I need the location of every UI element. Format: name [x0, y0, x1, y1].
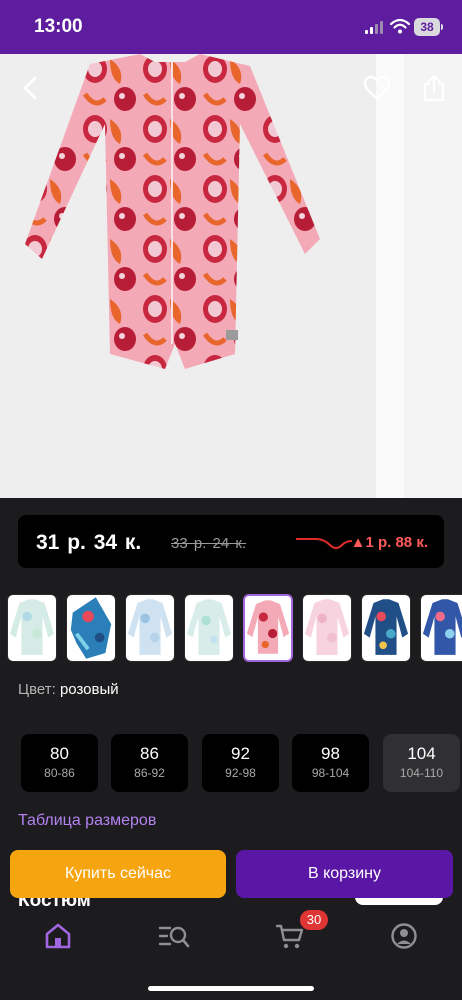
variant-thumb[interactable] [66, 594, 116, 662]
variant-thumb[interactable] [361, 594, 411, 662]
bottom-tab-bar: 30 [0, 906, 462, 1000]
home-icon [45, 923, 71, 949]
tab-profile[interactable] [386, 920, 422, 952]
cart-count-badge: 30 [300, 910, 328, 930]
variant-thumb-selected[interactable] [243, 594, 293, 662]
favorite-button[interactable] [357, 68, 397, 108]
variant-thumb[interactable] [420, 594, 462, 662]
heart-icon [363, 75, 391, 100]
price-card[interactable]: 31 р. 34 к. 33 р. 24 к. ▲1 р. 88 к. [18, 515, 444, 568]
color-label: Цвет: [18, 681, 60, 698]
size-option-86[interactable]: 86 86-92 [111, 734, 188, 792]
cart-icon [275, 924, 304, 949]
color-variants [0, 594, 462, 664]
variant-thumb[interactable] [7, 594, 57, 662]
color-value: розовый [59, 681, 119, 698]
variant-thumb[interactable] [302, 594, 352, 662]
status-bar: 13:00 38 [0, 0, 462, 54]
home-indicator [148, 986, 314, 991]
size-option-98[interactable]: 98 98-104 [292, 734, 369, 792]
product-photo [25, 54, 320, 369]
size-table-link[interactable]: Таблица размеров [18, 812, 156, 830]
battery-icon: 38 [414, 18, 443, 36]
size-option-92[interactable]: 92 92-98 [202, 734, 279, 792]
color-info: Цвет: розовый [18, 681, 119, 698]
old-price: 33 р. 24 к. [171, 535, 247, 552]
size-option-104[interactable]: 104 104-110 [383, 734, 460, 792]
catalog-search-icon [158, 926, 190, 948]
variant-thumb[interactable] [125, 594, 175, 662]
chevron-left-icon [23, 76, 37, 100]
size-option-80[interactable]: 80 80-86 [21, 734, 98, 792]
signal-icon [365, 21, 383, 34]
tab-catalog-search[interactable] [156, 920, 192, 952]
buy-now-button[interactable]: Купить сейчас [10, 850, 226, 898]
tab-home[interactable] [40, 920, 76, 952]
status-time: 13:00 [34, 16, 83, 37]
back-button[interactable] [10, 68, 50, 108]
product-image-gallery[interactable] [0, 54, 462, 498]
wifi-icon [390, 18, 410, 34]
add-to-cart-button[interactable]: В корзину [236, 850, 453, 898]
current-price: 31 р. 34 к. [36, 531, 142, 554]
price-change: ▲1 р. 88 к. [350, 534, 428, 551]
variant-thumb[interactable] [184, 594, 234, 662]
share-button[interactable] [414, 68, 454, 108]
profile-icon [391, 923, 417, 949]
share-icon [423, 74, 445, 102]
